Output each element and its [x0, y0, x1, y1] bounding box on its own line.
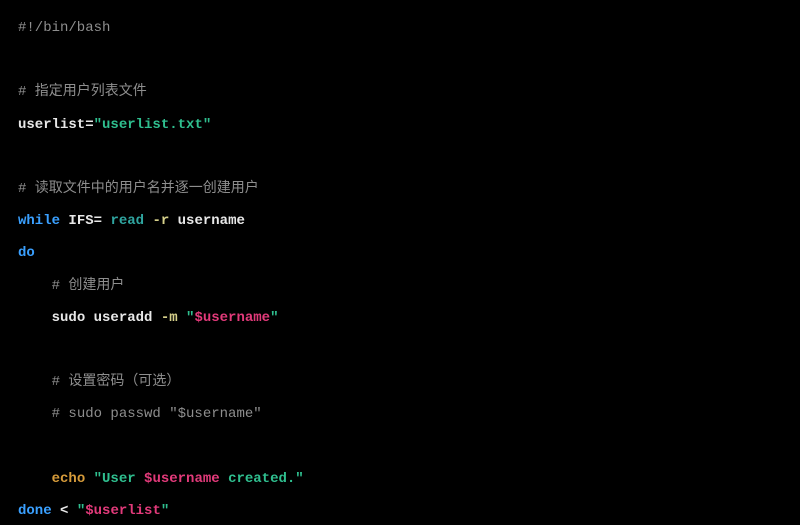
comment-read-users: # 读取文件中的用户名并逐一创建用户	[18, 181, 259, 197]
indent	[18, 310, 52, 326]
indent	[18, 406, 52, 422]
var-username-echo: $username	[144, 471, 220, 487]
var-username: $username	[194, 310, 270, 326]
indent	[18, 278, 52, 294]
cmd-sudo-useradd: sudo useradd	[52, 310, 161, 326]
var-name-username: username	[178, 213, 245, 229]
keyword-do: do	[18, 245, 35, 261]
code-block: #!/bin/bash # 指定用户列表文件 userlist="userlis…	[0, 0, 800, 525]
shebang-line: #!/bin/bash	[18, 20, 110, 36]
comment-sudo-passwd: # sudo passwd "$username"	[52, 406, 262, 422]
flag-r: -r	[144, 213, 178, 229]
redirect-lt: <	[52, 503, 77, 519]
string-quote-close: "	[270, 310, 278, 326]
comment-set-password: # 设置密码（可选）	[52, 374, 181, 390]
var-userlist: $userlist	[85, 503, 161, 519]
comment-create-user: # 创建用户	[52, 278, 125, 294]
string-quote-open-2: "	[77, 503, 85, 519]
assign-rhs-string: "userlist.txt"	[94, 117, 212, 133]
string-quote-close-2: "	[161, 503, 169, 519]
string-part-1: "User	[94, 471, 144, 487]
assign-lhs: userlist=	[18, 117, 94, 133]
comment-userlist-file: # 指定用户列表文件	[18, 84, 147, 100]
indent	[18, 471, 52, 487]
builtin-echo: echo	[52, 471, 86, 487]
builtin-read: read	[110, 213, 144, 229]
keyword-while: while	[18, 213, 60, 229]
space	[85, 471, 93, 487]
indent	[18, 374, 52, 390]
ifs-assign: IFS=	[60, 213, 110, 229]
flag-m: -m	[161, 310, 186, 326]
string-part-2: created."	[220, 471, 304, 487]
keyword-done: done	[18, 503, 52, 519]
